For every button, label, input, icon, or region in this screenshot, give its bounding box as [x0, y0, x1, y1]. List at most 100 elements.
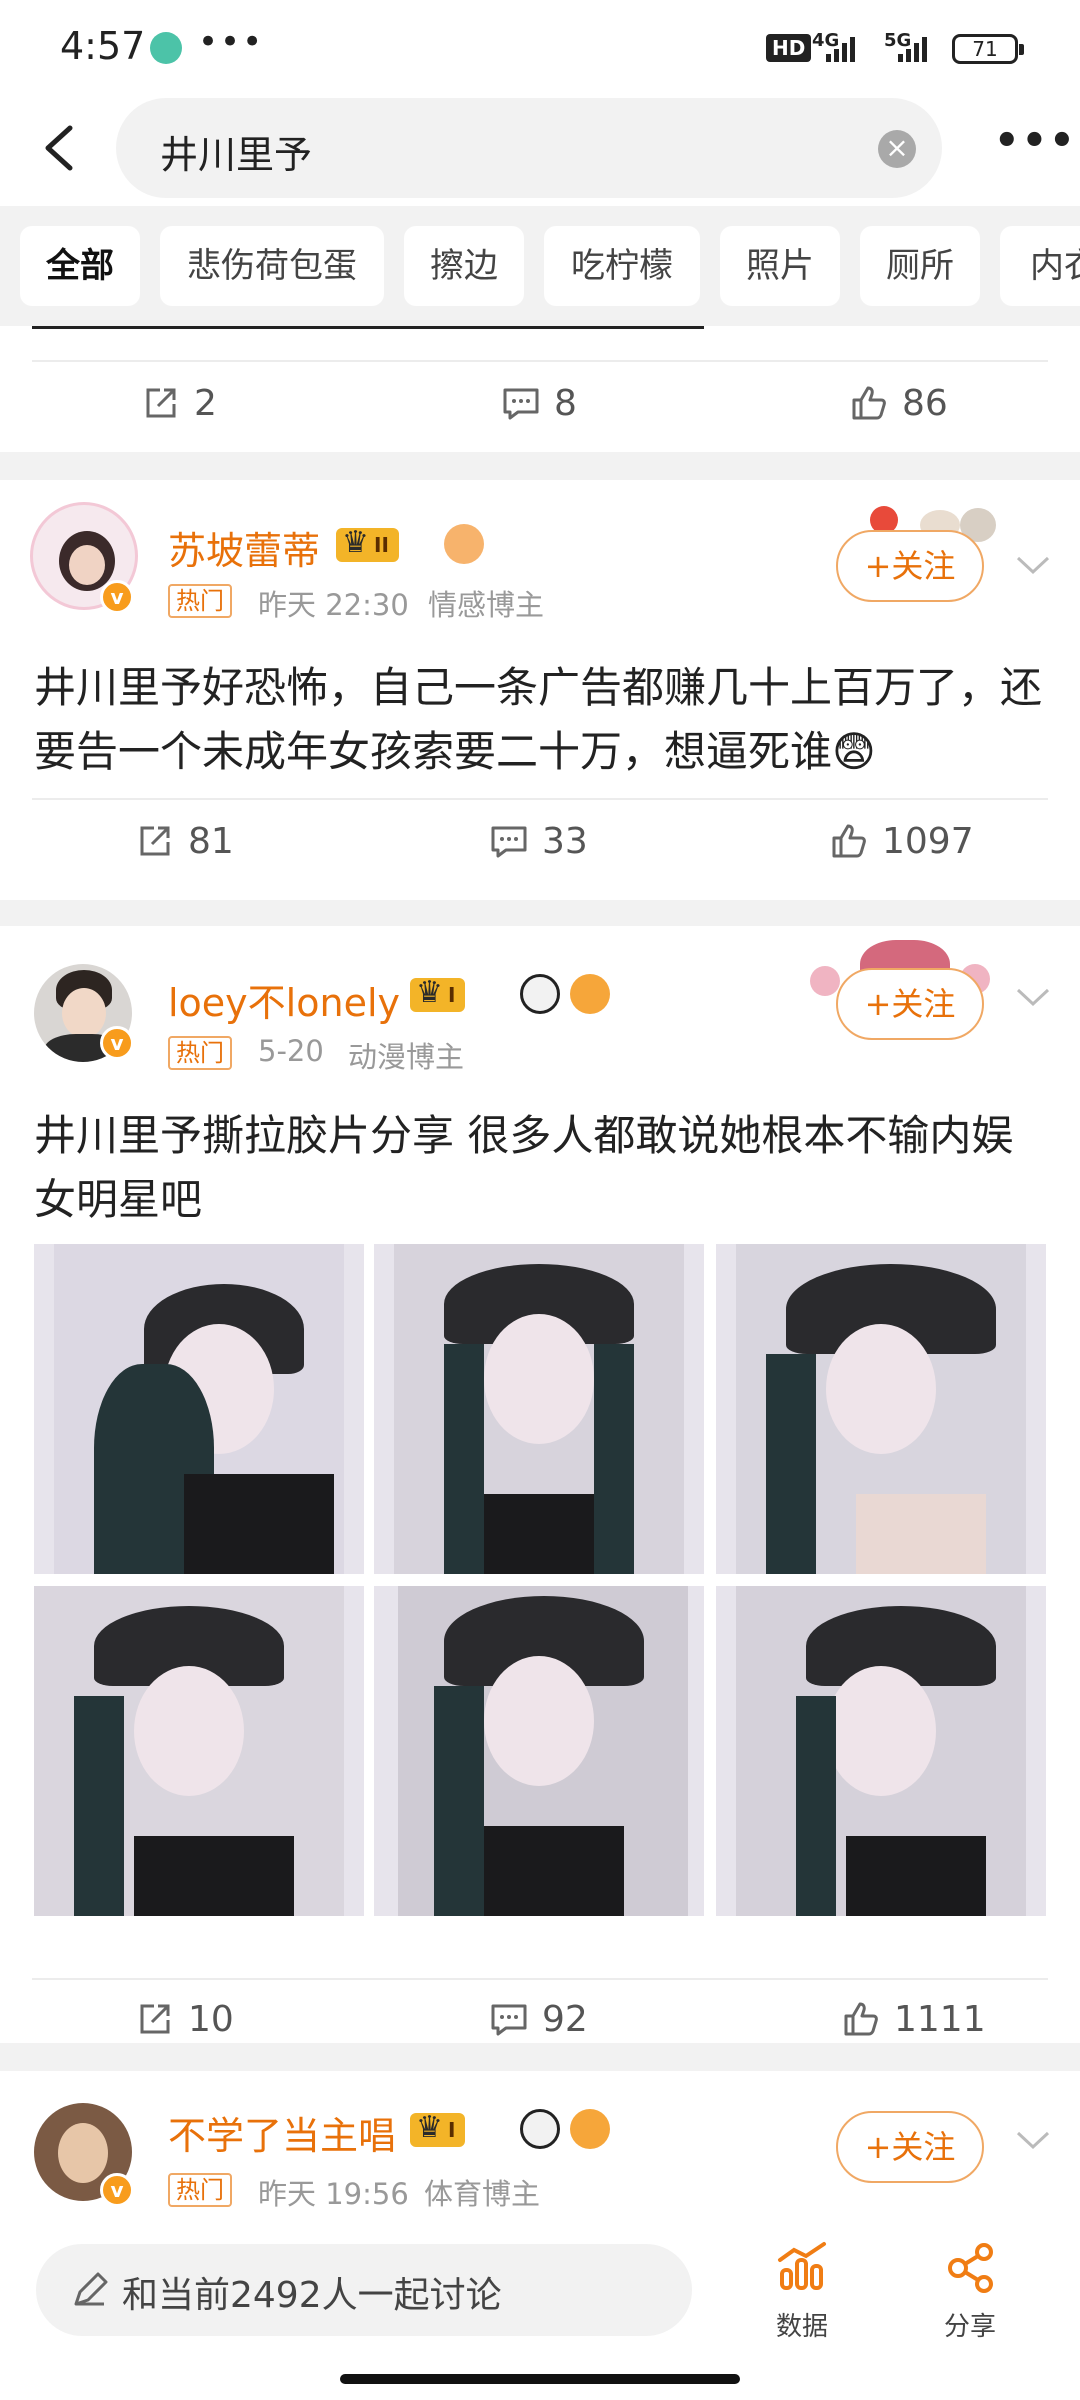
- signal-icon: [826, 36, 855, 62]
- verified-badge-icon: v: [100, 580, 134, 614]
- user-category: 动漫博主: [348, 1040, 465, 1074]
- like-icon: [844, 2002, 878, 2036]
- hd-badge: HD: [766, 34, 812, 62]
- user-category: 体育博主: [424, 2177, 541, 2211]
- fish-emoji-icon: [570, 974, 610, 1014]
- search-input[interactable]: 井川里予 ×: [116, 98, 942, 198]
- hot-badge: 热门: [168, 2173, 232, 2207]
- like-button[interactable]: 1111: [840, 1998, 986, 2040]
- post-photo[interactable]: [716, 1244, 1046, 1574]
- comment-icon: [503, 388, 539, 420]
- feed: 2 8 86 v 苏坡蕾蒂 II 热门 昨天 22:30 情感博主 +关注 井川…: [0, 326, 1080, 2220]
- follow-button[interactable]: +关注: [836, 530, 984, 602]
- tab-lemon[interactable]: 吃柠檬: [544, 226, 700, 306]
- battery-icon: 71: [952, 34, 1024, 64]
- comment-button[interactable]: 33: [488, 820, 588, 862]
- panda-emoji-icon: [520, 2109, 560, 2149]
- user-name[interactable]: loey不lonely: [168, 972, 400, 1027]
- post-photo[interactable]: [374, 1244, 704, 1574]
- back-arrow-icon[interactable]: [34, 120, 90, 176]
- hot-badge: 热门: [168, 584, 232, 618]
- post-photo[interactable]: [34, 1586, 364, 1916]
- share-button[interactable]: 81: [134, 820, 234, 862]
- chevron-down-icon[interactable]: [1016, 556, 1050, 576]
- data-label: 数据: [775, 2312, 828, 2342]
- panda-emoji-icon: [520, 974, 560, 1014]
- like-count: 1097: [882, 820, 974, 862]
- tab-edge[interactable]: 擦边: [404, 226, 524, 306]
- home-indicator[interactable]: [340, 2374, 740, 2384]
- bar-chart-icon: [778, 2242, 826, 2290]
- data-button[interactable]: 数据: [742, 2240, 862, 2343]
- post-time: 昨天 19:56: [258, 2177, 409, 2211]
- app-notification-icon: [150, 32, 182, 64]
- post-text[interactable]: 井川里予撕拉胶片分享 很多人都敢说她根本不输内娱女明星吧: [34, 1104, 1046, 1232]
- share-count: 10: [188, 1998, 234, 2040]
- follow-button[interactable]: +关注: [836, 968, 984, 1040]
- bottom-bar: 和当前2492人一起讨论 数据 分享: [0, 2220, 1080, 2400]
- comment-count: 33: [542, 820, 588, 862]
- post-card: v loey不lonely I 热门 5-20 动漫博主 +关注 井川里予撕拉胶…: [0, 926, 1080, 2043]
- user-name[interactable]: 不学了当主唱: [168, 2105, 396, 2160]
- share-label: 分享: [943, 2312, 996, 2342]
- like-button[interactable]: 1097: [828, 820, 974, 862]
- post-photo[interactable]: [716, 1586, 1046, 1916]
- like-icon: [852, 386, 886, 420]
- like-count: 86: [902, 382, 948, 424]
- verified-badge-icon: v: [100, 1026, 134, 1060]
- user-category: 情感博主: [428, 588, 545, 622]
- search-header: 井川里予 × •••: [0, 96, 1080, 206]
- signal-icon: [898, 36, 927, 62]
- comment-icon: [491, 826, 527, 858]
- share-icon: [146, 388, 176, 418]
- share-icon: [140, 2004, 170, 2034]
- comment-count: 8: [554, 382, 577, 424]
- post-text[interactable]: 井川里予好恐怖，自己一条广告都赚几十上百万了，还要告一个未成年女孩索要二十万，想…: [34, 656, 1046, 784]
- hot-badge: 热门: [168, 1036, 232, 1070]
- comment-button[interactable]: 92: [488, 1998, 588, 2040]
- pencil-icon: [74, 2272, 108, 2306]
- share-count: 2: [194, 382, 217, 424]
- tab-underwear[interactable]: 内衣: [1000, 226, 1080, 306]
- share-button[interactable]: 10: [134, 1998, 234, 2040]
- user-name[interactable]: 苏坡蕾蒂: [168, 520, 320, 575]
- post-time: 昨天 22:30: [258, 588, 409, 622]
- more-options-icon[interactable]: •••: [994, 118, 1077, 164]
- like-icon: [832, 824, 866, 858]
- comment-button[interactable]: 8: [500, 382, 577, 424]
- fish-emoji-icon: [570, 2109, 610, 2149]
- post-card: v 不学了当主唱 I 热门 昨天 19:56 体育博主 +关注: [0, 2071, 1080, 2220]
- search-query[interactable]: 井川里予: [160, 124, 312, 179]
- tab-sad-egg[interactable]: 悲伤荷包蛋: [160, 226, 384, 306]
- verified-badge-icon: v: [100, 2173, 134, 2207]
- vip-crown-icon: I: [410, 976, 466, 1012]
- clear-search-icon[interactable]: ×: [878, 130, 916, 168]
- filter-tabs: 全部 悲伤荷包蛋 擦边 吃柠檬 照片 厕所 内衣: [0, 206, 1080, 326]
- cat-emoji-icon: [444, 524, 484, 564]
- share-count: 81: [188, 820, 234, 862]
- status-bar: 4:57 ••• HD 4G 5G 71: [0, 0, 1080, 96]
- tab-photos[interactable]: 照片: [720, 226, 840, 306]
- chevron-down-icon[interactable]: [1016, 988, 1050, 1008]
- vip-crown-icon: II: [336, 526, 399, 562]
- share-button[interactable]: 2: [140, 382, 217, 424]
- post-time: 5-20: [258, 1034, 324, 1068]
- share-nodes-icon: [948, 2243, 993, 2293]
- vip-crown-icon: I: [410, 2111, 466, 2147]
- discussion-placeholder: 和当前2492人一起讨论: [122, 2275, 502, 2316]
- tab-toilet[interactable]: 厕所: [860, 226, 980, 306]
- follow-button[interactable]: +关注: [836, 2111, 984, 2183]
- status-time: 4:57: [60, 24, 146, 68]
- post-photo[interactable]: [374, 1586, 704, 1916]
- like-count: 1111: [894, 1998, 986, 2040]
- tab-all[interactable]: 全部: [20, 226, 140, 306]
- comment-count: 92: [542, 1998, 588, 2040]
- discussion-input[interactable]: 和当前2492人一起讨论: [36, 2244, 692, 2336]
- more-notifications-icon: •••: [198, 22, 265, 62]
- post-card: 2 8 86: [0, 326, 1080, 452]
- share-page-button[interactable]: 分享: [910, 2240, 1030, 2343]
- chevron-down-icon[interactable]: [1016, 2131, 1050, 2151]
- post-card: v 苏坡蕾蒂 II 热门 昨天 22:30 情感博主 +关注 井川里予好恐怖，自…: [0, 480, 1080, 900]
- post-photo[interactable]: [34, 1244, 364, 1574]
- like-button[interactable]: 86: [848, 382, 948, 424]
